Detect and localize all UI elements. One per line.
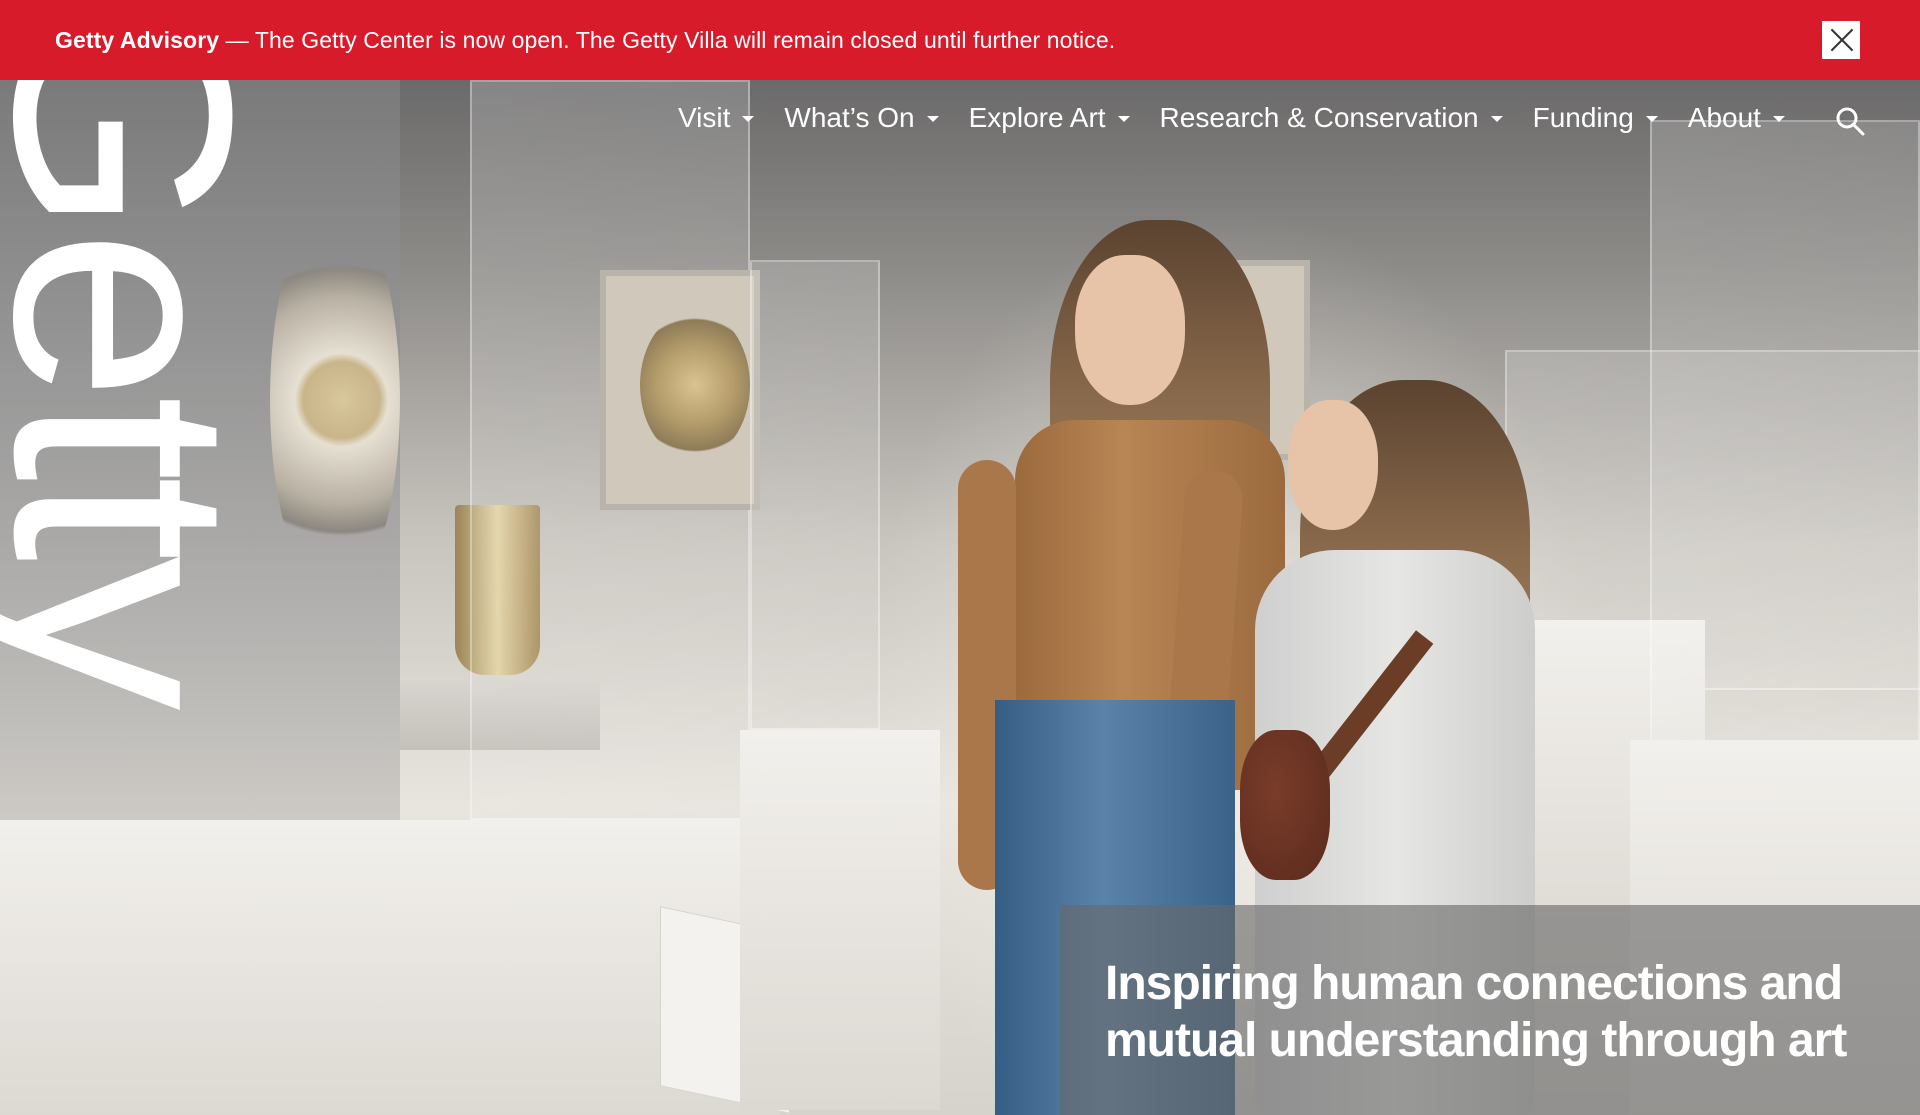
nav-item-label: Visit — [678, 102, 731, 133]
nav-item-label: Research & Conservation — [1159, 102, 1479, 133]
display-case — [1650, 120, 1920, 760]
chevron-down-icon — [742, 116, 755, 122]
ornament — [640, 310, 750, 460]
nav-item-whats-on[interactable]: What’s On — [784, 102, 939, 134]
girl-face — [1288, 400, 1378, 530]
nav-item-label: What’s On — [784, 102, 915, 133]
nav-item-research-conservation[interactable]: Research & Conservation — [1160, 102, 1503, 134]
nav-item-visit[interactable]: Visit — [678, 102, 755, 134]
nav-item-label: Funding — [1532, 102, 1634, 133]
advisory-message: Getty Advisory — The Getty Center is now… — [55, 27, 1115, 54]
woman-face — [1075, 255, 1185, 405]
close-icon[interactable] — [1822, 21, 1860, 59]
nav-item-label: About — [1687, 102, 1761, 133]
nav-item-funding[interactable]: Funding — [1533, 102, 1658, 134]
advisory-text: — The Getty Center is now open. The Gett… — [219, 26, 1116, 53]
advisory-banner: Getty Advisory — The Getty Center is now… — [0, 0, 1920, 80]
chevron-down-icon — [1117, 116, 1130, 122]
display-base — [740, 730, 940, 1110]
nav-item-about[interactable]: About — [1688, 102, 1785, 134]
advisory-title: Getty Advisory — [55, 26, 220, 53]
main-nav: Visit What’s On Explore Art Research & C… — [678, 102, 1815, 134]
getty-logo[interactable]: Getty — [0, 0, 297, 705]
search-icon[interactable] — [1835, 106, 1865, 136]
chevron-down-icon — [1772, 116, 1785, 122]
chevron-down-icon — [1645, 116, 1658, 122]
chevron-down-icon — [1490, 116, 1503, 122]
belt-bag — [1240, 730, 1330, 880]
chevron-down-icon — [926, 116, 939, 122]
nav-item-label: Explore Art — [968, 102, 1106, 133]
hero-tagline: Inspiring human connections and mutual u… — [1105, 957, 1847, 1067]
nav-item-explore-art[interactable]: Explore Art — [969, 102, 1130, 134]
display-case — [750, 260, 880, 730]
